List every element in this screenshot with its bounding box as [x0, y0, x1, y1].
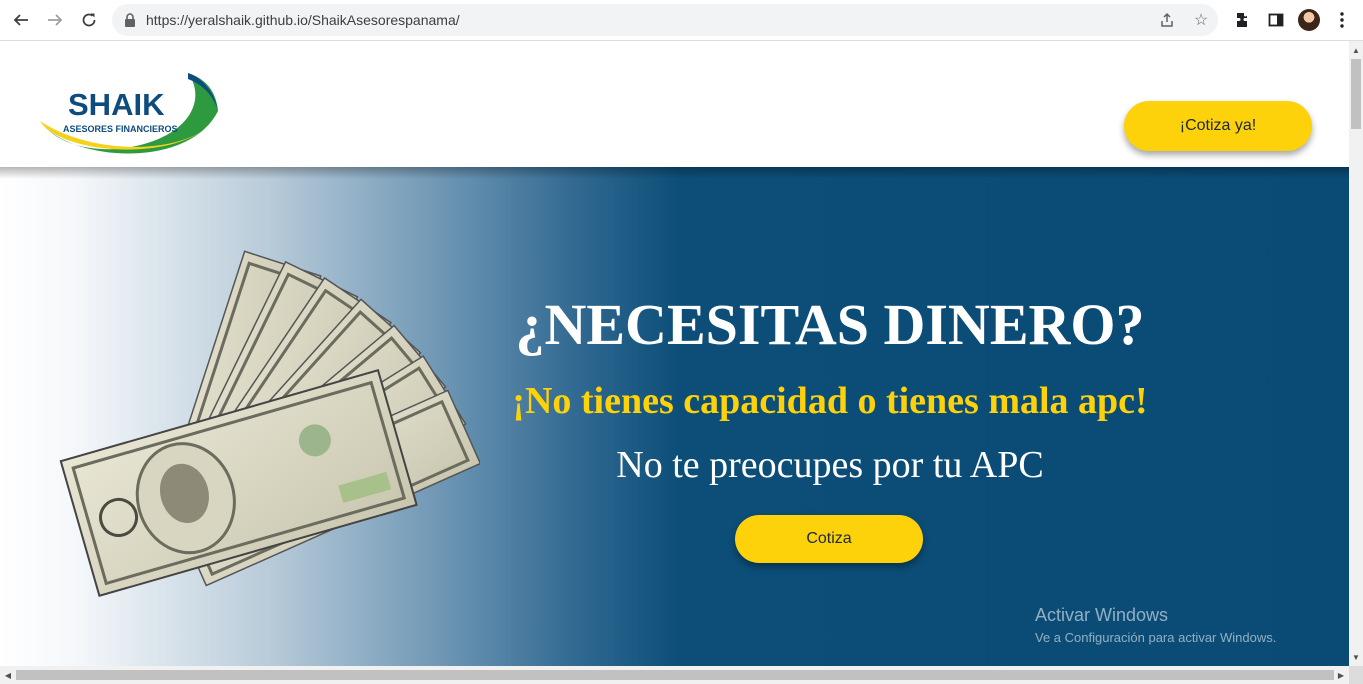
hero-section: ¿NECESITAS DINERO? ¡No tienes capacidad … — [0, 167, 1349, 666]
scroll-left-icon[interactable]: ◀ — [1, 668, 15, 682]
windows-activation-watermark: Activar Windows Ve a Configuración para … — [1035, 605, 1276, 645]
lock-icon — [124, 13, 136, 32]
quote-button[interactable]: Cotiza — [735, 515, 923, 563]
forward-button[interactable] — [43, 8, 67, 32]
horizontal-scrollbar[interactable]: ◀ ▶ — [0, 666, 1349, 684]
scroll-right-icon[interactable]: ▶ — [1334, 668, 1348, 682]
header-shadow — [0, 167, 1349, 179]
star-icon[interactable]: ☆ — [1191, 10, 1211, 30]
back-button[interactable] — [9, 8, 33, 32]
share-icon[interactable] — [1157, 10, 1177, 30]
scrollbar-corner — [1349, 666, 1363, 684]
reload-button[interactable] — [77, 8, 101, 32]
watermark-title: Activar Windows — [1035, 605, 1169, 625]
hero-line: No te preocupes por tu APC — [616, 444, 1044, 486]
hero-title: ¿NECESITAS DINERO? — [515, 292, 1145, 357]
arrow-left-icon — [13, 14, 28, 26]
horizontal-scroll-thumb[interactable] — [16, 670, 1334, 680]
reload-icon — [82, 13, 96, 27]
arrow-right-icon — [48, 14, 63, 26]
extensions-icon[interactable] — [1231, 8, 1255, 32]
side-panel-icon[interactable] — [1264, 8, 1288, 32]
browser-toolbar: https://yeralshaik.github.io/ShaikAsesor… — [0, 0, 1363, 41]
shaik-logo[interactable]: SHAIK ASESORES FINANCIEROS — [38, 71, 223, 163]
vertical-scroll-thumb[interactable] — [1351, 59, 1361, 129]
scroll-up-icon[interactable]: ▲ — [1349, 43, 1363, 57]
address-bar[interactable]: https://yeralshaik.github.io/ShaikAsesor… — [112, 4, 1218, 36]
profile-avatar[interactable] — [1298, 9, 1320, 31]
watermark-subtitle: Ve a Configuración para activar Windows. — [1035, 630, 1277, 645]
menu-kebab-icon[interactable] — [1330, 8, 1354, 32]
hero-subtitle: ¡No tienes capacidad o tienes mala apc! — [512, 380, 1148, 422]
site-header: SHAIK ASESORES FINANCIEROS ¡Cotiza ya! — [0, 41, 1349, 167]
quote-now-button[interactable]: ¡Cotiza ya! — [1124, 101, 1312, 151]
logo-brand-text: SHAIK — [68, 87, 165, 122]
page-viewport: SHAIK ASESORES FINANCIEROS ¡Cotiza ya! ¿… — [0, 41, 1349, 666]
logo-tagline: ASESORES FINANCIEROS — [63, 124, 178, 134]
vertical-scrollbar[interactable]: ▲ ▼ — [1349, 41, 1363, 666]
url-text[interactable]: https://yeralshaik.github.io/ShaikAsesor… — [146, 12, 460, 28]
money-fan-image — [59, 250, 480, 598]
scroll-down-icon[interactable]: ▼ — [1349, 650, 1363, 664]
